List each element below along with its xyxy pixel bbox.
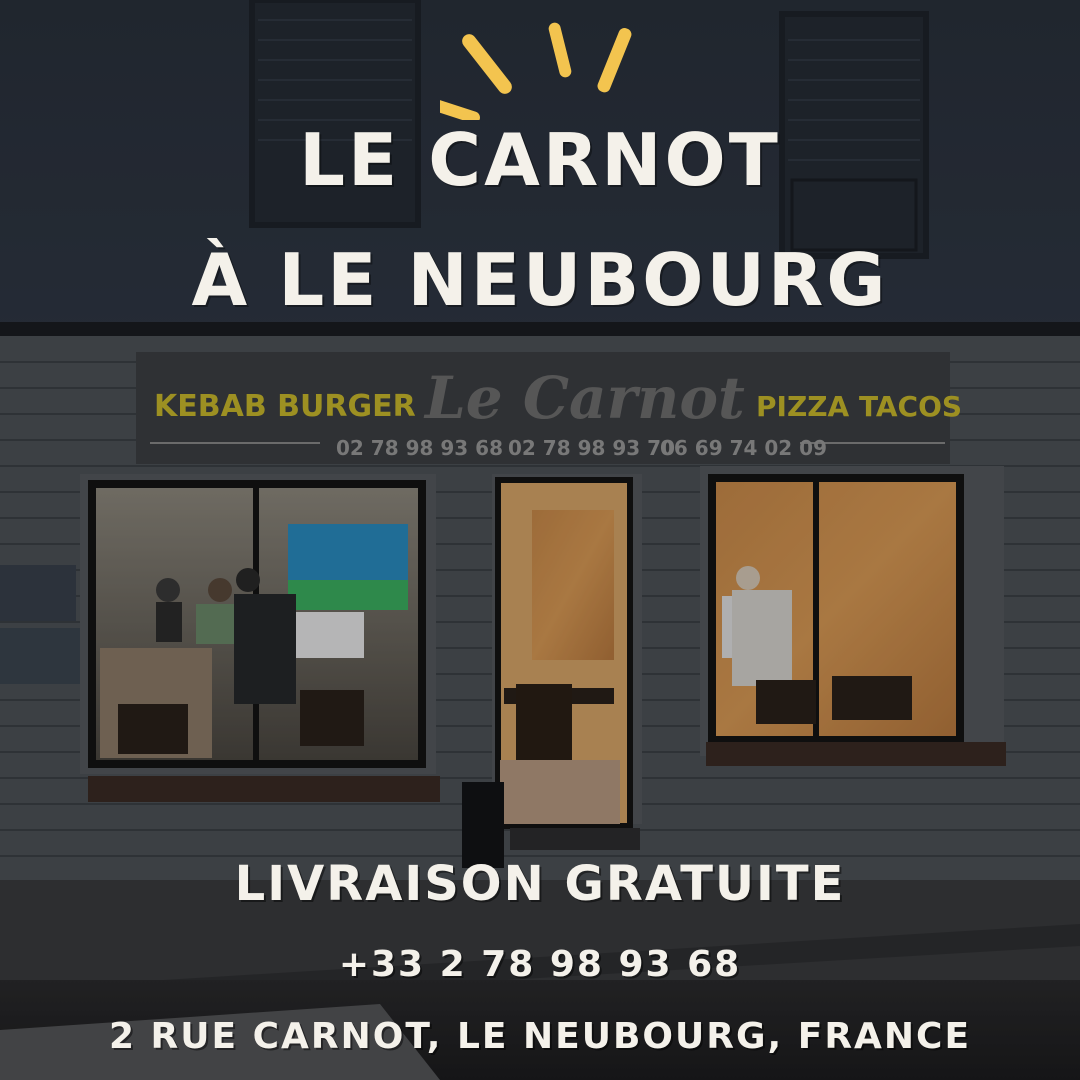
free-delivery-text: LIVRAISON GRATUITE [234,856,846,912]
sun-rays-icon [440,22,632,120]
accent-rays [440,22,632,120]
headline-line-2: À LE NEUBOURG [191,238,889,322]
promo-image: KEBAB BURGER Le Carnot PIZZA TACOS 02 78… [0,0,1080,1080]
phone-number: +33 2 78 98 93 68 [338,944,742,985]
address-text: 2 RUE CARNOT, LE NEUBOURG, FRANCE [108,1016,972,1057]
headline-line-1: LE CARNOT [299,118,781,202]
